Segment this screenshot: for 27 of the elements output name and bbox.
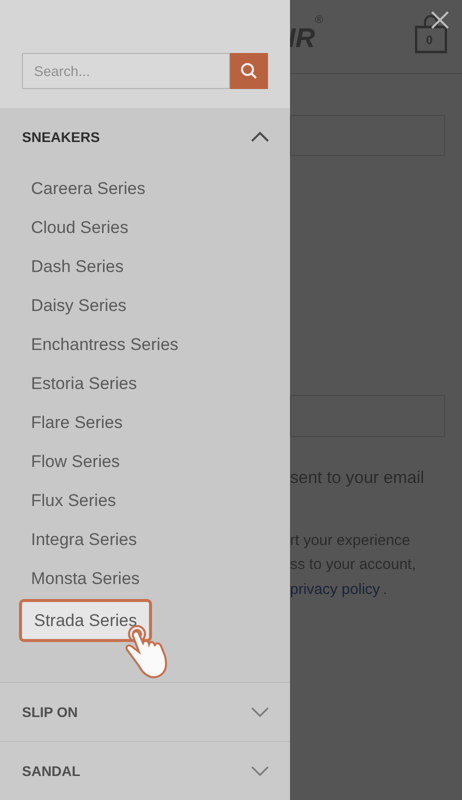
category-item[interactable]: Estoria Series: [19, 364, 149, 403]
chevron-up-icon: [250, 130, 270, 144]
search-field[interactable]: Search...: [22, 53, 230, 89]
category-item[interactable]: Cloud Series: [19, 208, 140, 247]
category-item[interactable]: Daisy Series: [19, 286, 138, 325]
category-item[interactable]: Enchantress Series: [19, 325, 190, 364]
category-header[interactable]: SANDAL: [0, 742, 290, 800]
search-button[interactable]: [230, 53, 268, 89]
category-header[interactable]: SLIP ON: [0, 683, 290, 741]
category-item[interactable]: Flow Series: [19, 442, 132, 481]
category-header[interactable]: SNEAKERS: [0, 108, 290, 166]
body-text: .: [383, 580, 388, 600]
category-item[interactable]: Integra Series: [19, 520, 149, 559]
privacy-policy-link[interactable]: privacy policy: [290, 579, 380, 602]
category-item[interactable]: Strada Series: [19, 599, 152, 642]
search-icon: [240, 62, 258, 80]
chevron-down-icon: [250, 764, 270, 778]
category-item[interactable]: Careera Series: [19, 169, 158, 208]
category-item[interactable]: Dash Series: [19, 247, 136, 286]
category-item[interactable]: Monsta Series: [19, 559, 152, 598]
category-item[interactable]: Flux Series: [19, 481, 128, 520]
bag-icon: [415, 14, 447, 54]
input-field[interactable]: [290, 395, 445, 437]
input-field[interactable]: [290, 115, 445, 156]
close-icon[interactable]: [430, 10, 450, 30]
category-item[interactable]: Flare Series: [19, 403, 135, 442]
chevron-down-icon: [250, 705, 270, 719]
